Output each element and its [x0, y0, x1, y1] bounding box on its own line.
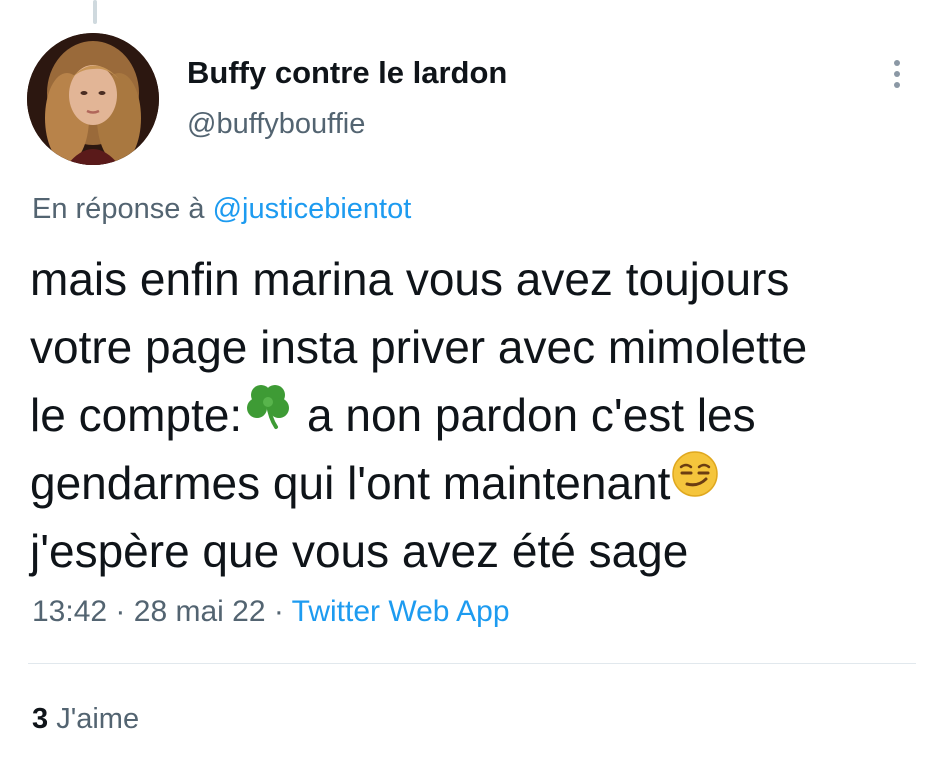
- tweet-metadata: 13:42 · 28 mai 22 · Twitter Web App: [32, 595, 510, 629]
- author-handle[interactable]: @buffybouffie: [187, 108, 365, 141]
- tweet-text: mais enfin marina vous avez toujours vot…: [30, 245, 935, 585]
- tweet-text-line: votre page insta priver avec mimolette: [30, 321, 808, 373]
- thread-connector-line: [93, 0, 97, 24]
- tweet-text-segment: gendarmes qui l'ont maintenant: [30, 457, 671, 509]
- four-leaf-clover-icon: [242, 380, 294, 450]
- tweet-time[interactable]: 13:42: [32, 595, 107, 628]
- more-vertical-icon: [894, 82, 900, 88]
- meta-separator: ·: [273, 595, 284, 628]
- likes-count: 3: [32, 703, 49, 735]
- reply-prefix: En réponse à: [32, 193, 205, 225]
- reply-context: En réponse à @justicebientot: [32, 193, 411, 226]
- more-vertical-icon: [894, 60, 900, 66]
- tweet-text-line: gendarmes qui l'ont maintenant: [30, 449, 935, 517]
- reply-mention-link[interactable]: @justicebientot: [213, 193, 412, 225]
- avatar-image: [27, 33, 159, 165]
- more-options-button[interactable]: [880, 52, 914, 96]
- divider: [28, 663, 916, 664]
- likes-stat[interactable]: 3 J'aime: [32, 703, 139, 736]
- tweet-text-segment: a non pardon c'est les: [307, 389, 756, 441]
- tweet-text-line: mais enfin marina vous avez toujours: [30, 253, 790, 305]
- meta-separator: ·: [115, 595, 126, 628]
- more-vertical-icon: [894, 71, 900, 77]
- tweet-text-line: j'espère que vous avez été sage: [30, 525, 689, 577]
- avatar[interactable]: [27, 33, 159, 165]
- tweet-text-segment: le compte:: [30, 389, 243, 441]
- smirking-face-icon: [670, 449, 720, 517]
- likes-label: J'aime: [56, 703, 140, 735]
- author-display-name[interactable]: Buffy contre le lardon: [187, 55, 507, 91]
- tweet-text-line: le compte: a non pardon c'est les: [30, 381, 935, 449]
- tweet-source-link[interactable]: Twitter Web App: [292, 595, 510, 628]
- tweet-date[interactable]: 28 mai 22: [134, 595, 266, 628]
